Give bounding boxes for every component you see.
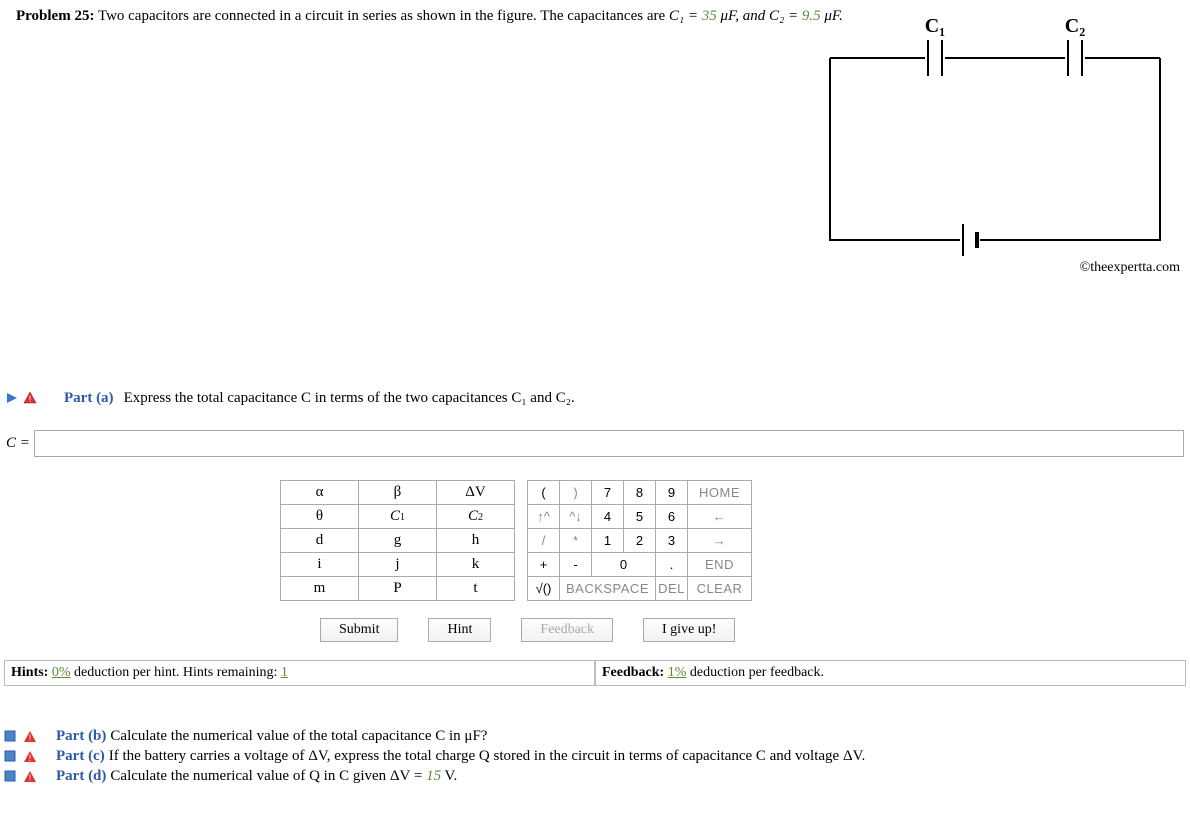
part-d-label[interactable]: Part (d)	[56, 768, 106, 785]
action-bar: Submit Hint Feedback I give up!	[320, 618, 735, 642]
key-C1[interactable]: C1	[359, 505, 437, 529]
part-d-row: ! Part (d) Calculate the numerical value…	[4, 768, 1186, 786]
key-home[interactable]: HOME	[688, 481, 752, 505]
key-rparen[interactable]: )	[560, 481, 592, 505]
part-a-label: Part (a)	[58, 390, 114, 407]
feedback-button[interactable]: Feedback	[521, 618, 613, 642]
key-P[interactable]: P	[359, 577, 437, 601]
key-theta[interactable]: θ	[281, 505, 359, 529]
key-0[interactable]: 0	[592, 553, 656, 577]
key-k[interactable]: k	[437, 553, 515, 577]
key-dot[interactable]: .	[656, 553, 688, 577]
number-keypad: ( ) 7 8 9 HOME ↑^ ^↓ 4 5 6 ← / * 1 2 3 →…	[527, 480, 752, 601]
key-d[interactable]: d	[281, 529, 359, 553]
part-d-text-pre: Calculate the numerical value of Q in C …	[110, 768, 426, 784]
key-sqrt[interactable]: √()	[528, 577, 560, 601]
key-alpha[interactable]: α	[281, 481, 359, 505]
key-m[interactable]: m	[281, 577, 359, 601]
svg-text:!: !	[29, 773, 32, 783]
key-6[interactable]: 6	[656, 505, 688, 529]
hints-feedback-row: Hints: 0% deduction per hint. Hints rema…	[4, 660, 1186, 686]
feedback-cell: Feedback: 1% deduction per feedback.	[595, 660, 1186, 686]
part-c-row: ! Part (c) If the battery carries a volt…	[4, 748, 1186, 766]
key-5[interactable]: 5	[624, 505, 656, 529]
key-2[interactable]: 2	[624, 529, 656, 553]
key-t[interactable]: t	[437, 577, 515, 601]
key-supdown[interactable]: ^↓	[560, 505, 592, 529]
key-C2[interactable]: C2	[437, 505, 515, 529]
answer-row: C =	[6, 430, 1184, 457]
play-icon	[5, 391, 21, 407]
circuit-diagram: C₁ C₂	[810, 10, 1180, 270]
cap1-label: C₁	[925, 15, 945, 37]
key-lparen[interactable]: (	[528, 481, 560, 505]
key-div[interactable]: /	[528, 529, 560, 553]
svg-text:!: !	[29, 733, 32, 743]
key-clear[interactable]: CLEAR	[688, 577, 752, 601]
warning-icon: !	[23, 750, 39, 766]
stop-icon	[4, 750, 20, 766]
part-b-label[interactable]: Part (b)	[56, 728, 106, 745]
copyright-text: ©theexpertta.com	[1080, 260, 1180, 276]
key-8[interactable]: 8	[624, 481, 656, 505]
key-4[interactable]: 4	[592, 505, 624, 529]
key-3[interactable]: 3	[656, 529, 688, 553]
key-j[interactable]: j	[359, 553, 437, 577]
part-b-text: Calculate the numerical value of the tot…	[110, 728, 487, 745]
part-a-text: Express the total capacitance C in terms…	[124, 390, 575, 407]
symbol-keypad: α β ΔV θ C1 C2 d g h i j k m P t	[280, 480, 515, 601]
key-g[interactable]: g	[359, 529, 437, 553]
key-beta[interactable]: β	[359, 481, 437, 505]
warning-icon: !	[23, 391, 39, 407]
key-backspace[interactable]: BACKSPACE	[560, 577, 656, 601]
answer-input[interactable]	[34, 430, 1184, 457]
key-h[interactable]: h	[437, 529, 515, 553]
key-deltaV[interactable]: ΔV	[437, 481, 515, 505]
stop-icon	[4, 770, 20, 786]
svg-text:!: !	[29, 753, 32, 763]
giveup-button[interactable]: I give up!	[643, 618, 735, 642]
submit-button[interactable]: Submit	[320, 618, 398, 642]
hint-button[interactable]: Hint	[428, 618, 491, 642]
warning-icon: !	[23, 730, 39, 746]
part-c-label[interactable]: Part (c)	[56, 748, 105, 765]
part-b-row: ! Part (b) Calculate the numerical value…	[4, 728, 1186, 746]
stop-icon	[4, 730, 20, 746]
answer-prompt: C =	[6, 435, 34, 452]
key-1[interactable]: 1	[592, 529, 624, 553]
problem-label: Problem 25:	[16, 8, 94, 24]
warning-icon: !	[23, 770, 39, 786]
key-supup[interactable]: ↑^	[528, 505, 560, 529]
key-i[interactable]: i	[281, 553, 359, 577]
key-mul[interactable]: *	[560, 529, 592, 553]
parts-list: ! Part (b) Calculate the numerical value…	[4, 728, 1186, 788]
hints-cell: Hints: 0% deduction per hint. Hints rema…	[4, 660, 595, 686]
svg-text:!: !	[29, 394, 32, 404]
part-a-header: ! xx Part (a) Express the total capacita…	[5, 390, 1185, 407]
keypad: α β ΔV θ C1 C2 d g h i j k m P t ( ) 7	[280, 480, 752, 601]
key-end[interactable]: END	[688, 553, 752, 577]
key-7[interactable]: 7	[592, 481, 624, 505]
key-del[interactable]: DEL	[656, 577, 688, 601]
key-9[interactable]: 9	[656, 481, 688, 505]
part-c-text: If the battery carries a voltage of ΔV, …	[109, 748, 866, 765]
key-left[interactable]: ←	[688, 505, 752, 529]
cap2-label: C₂	[1065, 15, 1085, 37]
key-plus[interactable]: +	[528, 553, 560, 577]
key-right[interactable]: →	[688, 529, 752, 553]
key-minus[interactable]: -	[560, 553, 592, 577]
